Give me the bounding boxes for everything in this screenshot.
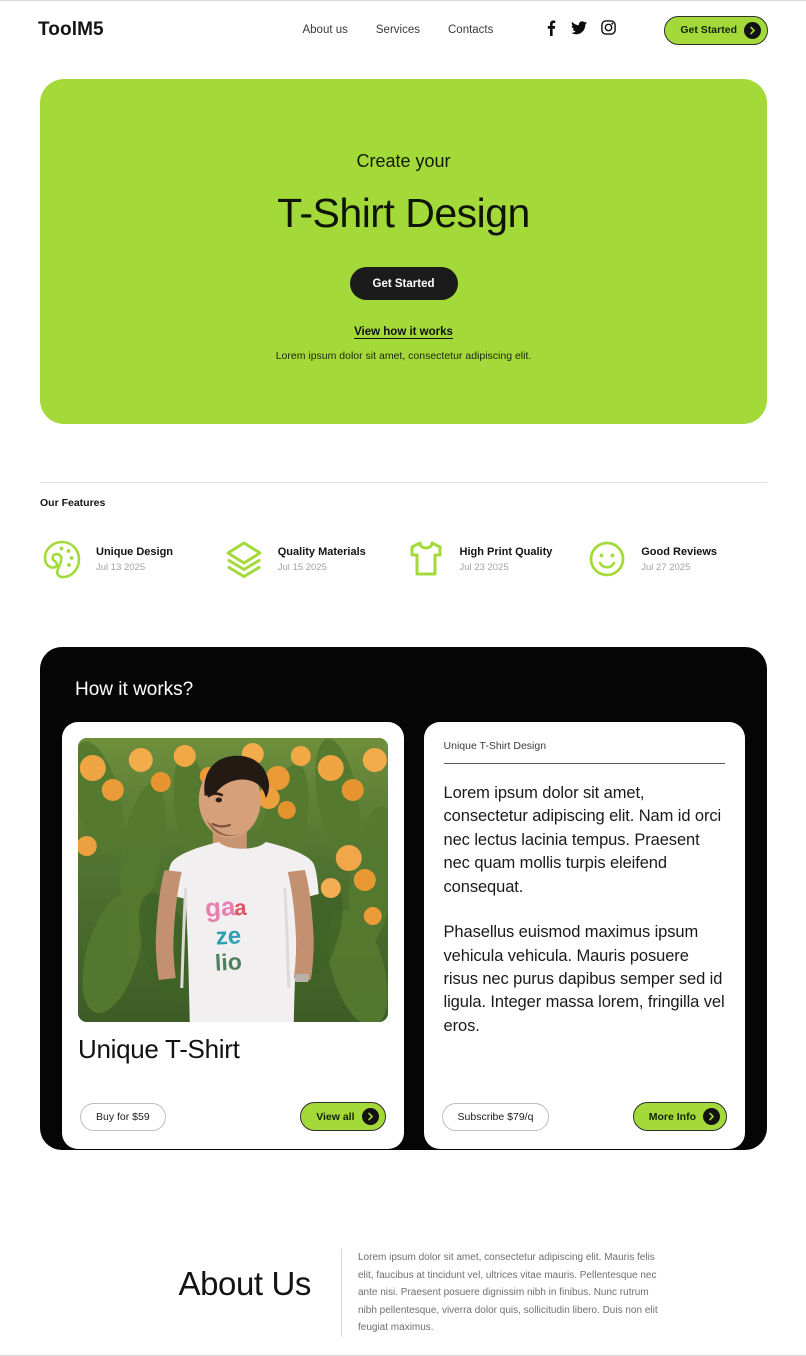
more-info-label: More Info <box>648 1110 696 1123</box>
feature-name: Good Reviews <box>641 545 718 558</box>
view-all-button[interactable]: View all <box>300 1102 386 1131</box>
hero-get-started-button[interactable]: Get Started <box>349 267 458 300</box>
hero-subtext: Lorem ipsum dolor sit amet, consectetur … <box>275 350 532 362</box>
social-links <box>543 20 617 41</box>
description-paragraph-2: Phasellus euismod maximus ipsum vehicula… <box>443 923 725 1035</box>
tshirt-icon <box>404 537 448 581</box>
buy-button[interactable]: Buy for $59 <box>80 1102 166 1131</box>
palette-icon <box>40 537 84 581</box>
features-divider <box>40 482 767 483</box>
feature-name: Unique Design <box>96 545 174 558</box>
layers-icon <box>222 537 266 581</box>
feature-item-quality-materials[interactable]: Quality Materials Jul 15 2025 <box>222 537 404 581</box>
smiley-icon <box>585 537 629 581</box>
feature-date: Jul 13 2025 <box>96 562 146 574</box>
feature-date: Jul 23 2025 <box>459 562 509 574</box>
hero-title: T-Shirt Design <box>277 190 530 236</box>
product-card-actions: Buy for $59 View all <box>80 1102 386 1131</box>
feature-date: Jul 15 2025 <box>277 562 327 574</box>
svg-text:a: a <box>234 895 248 921</box>
product-title: Unique T-Shirt <box>78 1034 240 1064</box>
about-title: About Us <box>178 1265 311 1302</box>
description-card-actions: Subscribe $79/q More Info <box>441 1102 727 1131</box>
svg-text:ga: ga <box>204 891 237 923</box>
chevron-right-icon <box>703 1108 720 1125</box>
description-kicker: Unique T-Shirt Design <box>443 740 547 752</box>
product-photo: ga a ze lio <box>78 738 388 1022</box>
how-it-works-cards: ga a ze lio Unique T-Shirt Buy for $59 V… <box>62 722 745 1149</box>
feature-item-good-reviews[interactable]: Good Reviews Jul 27 2025 <box>585 537 767 581</box>
chevron-right-icon <box>744 21 761 39</box>
more-info-button[interactable]: More Info <box>632 1102 727 1131</box>
view-all-label: View all <box>316 1110 355 1123</box>
description-paragraph-1: Lorem ipsum dolor sit amet, consectetur … <box>443 784 722 896</box>
instagram-icon[interactable] <box>601 20 617 40</box>
features-heading: Our Features <box>40 497 106 509</box>
facebook-icon[interactable] <box>543 20 557 41</box>
hero-eyebrow: Create your <box>356 151 451 171</box>
header-get-started-label: Get Started <box>680 24 737 36</box>
description-card: Unique T-Shirt Design Lorem ipsum dolor … <box>423 722 745 1149</box>
svg-text:lio: lio <box>214 948 242 975</box>
product-card: ga a ze lio Unique T-Shirt Buy for $59 V… <box>62 722 404 1149</box>
features-list: Unique Design Jul 13 2025 Quality Materi… <box>40 537 767 581</box>
how-it-works-heading: How it works? <box>75 679 194 700</box>
description-divider <box>443 763 725 764</box>
nav-item-contacts[interactable]: Contacts <box>448 24 493 36</box>
site-header: ToolM5 About us Services Contacts Get St… <box>0 1 806 59</box>
chevron-right-icon <box>361 1108 379 1125</box>
feature-name: High Print Quality <box>459 545 553 558</box>
logo[interactable]: ToolM5 <box>38 19 104 41</box>
feature-name: Quality Materials <box>277 545 366 558</box>
svg-text:ze: ze <box>215 922 242 950</box>
how-it-works-section: How it works? ga a ze lio Unique T-Shirt… <box>40 647 767 1150</box>
main-navigation: About us Services Contacts Get Started <box>302 15 768 45</box>
nav-item-about-us[interactable]: About us <box>302 24 347 36</box>
feature-item-unique-design[interactable]: Unique Design Jul 13 2025 <box>40 537 222 581</box>
header-get-started-button[interactable]: Get Started <box>664 15 768 45</box>
features-section: Our Features Unique Design Jul 13 2025 Q… <box>40 482 767 581</box>
subscribe-button[interactable]: Subscribe $79/q <box>441 1102 550 1131</box>
twitter-icon[interactable] <box>571 20 588 40</box>
landing-page: ToolM5 About us Services Contacts Get St… <box>0 0 806 1356</box>
feature-date: Jul 27 2025 <box>641 562 691 574</box>
feature-item-high-print-quality[interactable]: High Print Quality Jul 23 2025 <box>404 537 586 581</box>
about-text: Lorem ipsum dolor sit amet, consectetur … <box>341 1249 661 1337</box>
hero-section: Create your T-Shirt Design Get Started V… <box>40 79 767 424</box>
hero-view-how-it-works-link[interactable]: View how it works <box>40 326 767 338</box>
about-section: About Us Lorem ipsum dolor sit amet, con… <box>0 1249 806 1337</box>
nav-item-services[interactable]: Services <box>376 24 420 36</box>
